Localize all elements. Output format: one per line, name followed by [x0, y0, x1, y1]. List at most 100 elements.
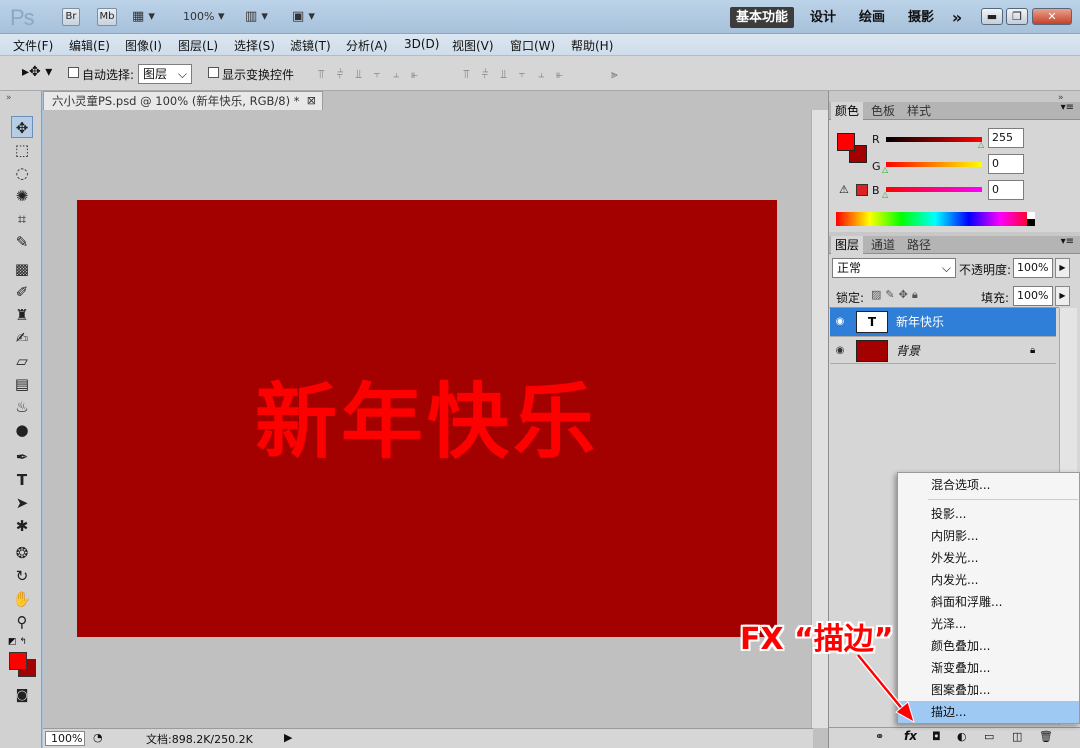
bridge-button[interactable]: Br [62, 8, 80, 26]
menu-file[interactable]: 文件(F) [13, 37, 53, 54]
collapse-toolbox-icon[interactable]: » [6, 93, 12, 103]
fx-button[interactable]: fx [904, 729, 917, 743]
link-layers-icon[interactable]: ⚭ [875, 730, 884, 743]
menu-item-inner-shadow[interactable]: 内阴影... [898, 525, 1079, 547]
new-layer-icon[interactable]: ◫ [1012, 730, 1022, 743]
panel-menu-icon[interactable]: ▾≡ [1061, 102, 1074, 113]
menu-view[interactable]: 视图(V) [452, 37, 494, 54]
menu-item-satin[interactable]: 光泽... [898, 613, 1079, 635]
workspace-essentials[interactable]: 基本功能 [730, 7, 794, 28]
b-value-input[interactable]: 0 [988, 180, 1024, 200]
workspace-photography[interactable]: 摄影 [901, 7, 941, 28]
tab-layers[interactable]: 图层 [831, 236, 864, 254]
restore-button[interactable]: ❐ [1006, 8, 1028, 25]
clone-stamp-tool-icon[interactable]: ♜ [11, 304, 33, 326]
menu-item-bevel-emboss[interactable]: 斜面和浮雕... [898, 591, 1079, 613]
minimize-button[interactable]: ▬ [981, 8, 1003, 25]
path-select-tool-icon[interactable]: ➤ [11, 492, 33, 514]
menu-analysis[interactable]: 分析(A) [346, 37, 388, 54]
tab-swatches[interactable]: 色板 [867, 102, 899, 120]
menu-item-outer-glow[interactable]: 外发光... [898, 547, 1079, 569]
blend-mode-dropdown[interactable]: 正常 ⌵ [832, 258, 956, 278]
b-slider[interactable] [886, 187, 982, 192]
menu-image[interactable]: 图像(I) [125, 37, 162, 54]
fill-input[interactable]: 100% [1013, 286, 1053, 306]
menu-item-drop-shadow[interactable]: 投影... [898, 503, 1079, 525]
pen-tool-icon[interactable]: ✒ [11, 446, 33, 468]
foreground-color-swatch[interactable] [9, 652, 27, 670]
layer-row-text[interactable]: ◉ T 新年快乐 [830, 308, 1056, 336]
default-colors-icon[interactable]: ◩ ↰ [8, 637, 27, 647]
crop-tool-icon[interactable]: ⌗ [11, 208, 33, 230]
close-button[interactable]: ✕ [1032, 8, 1072, 25]
layers-panel-menu-icon[interactable]: ▾≡ [1061, 236, 1074, 247]
r-slider-thumb[interactable]: △ [978, 140, 984, 149]
menu-item-blending-options[interactable]: 混合选项... [898, 474, 1079, 496]
healing-brush-tool-icon[interactable]: ▩ [11, 258, 33, 280]
r-value-input[interactable]: 255 [988, 128, 1024, 148]
brush-tool-icon[interactable]: ✐ [11, 281, 33, 303]
opacity-arrow-icon[interactable]: ▶ [1055, 258, 1070, 278]
3d-orbit-tool-icon[interactable]: ↻ [11, 565, 33, 587]
move-tool-icon[interactable]: ✥ [11, 116, 33, 138]
zoom-tool-icon[interactable]: ⚲ [11, 611, 33, 633]
color-fg-swatch[interactable] [837, 133, 855, 151]
status-menu-arrow-icon[interactable]: ▶ [284, 731, 292, 744]
3d-rotate-tool-icon[interactable]: ❂ [11, 542, 33, 564]
tab-channels[interactable]: 通道 [867, 236, 899, 254]
menu-filter[interactable]: 滤镜(T) [290, 37, 331, 54]
gradient-tool-icon[interactable]: ▤ [11, 373, 33, 395]
g-slider[interactable] [886, 162, 982, 167]
tab-color[interactable]: 颜色 [831, 102, 864, 120]
auto-select-dropdown[interactable]: 图层 ⌵ [138, 64, 192, 84]
blur-tool-icon[interactable]: ♨ [11, 396, 33, 418]
menu-window[interactable]: 窗口(W) [510, 37, 555, 54]
eyedropper-tool-icon[interactable]: ✎ [11, 231, 33, 253]
auto-align-icon[interactable]: ⫸ [611, 67, 622, 82]
add-mask-icon[interactable]: ◘ [932, 730, 941, 743]
screen-mode-icon[interactable]: ▣ ▾ [292, 9, 315, 25]
menu-item-color-overlay[interactable]: 颜色叠加... [898, 635, 1079, 657]
menu-3d[interactable]: 3D(D) [404, 37, 439, 51]
eraser-tool-icon[interactable]: ▱ [11, 350, 33, 372]
quick-select-tool-icon[interactable]: ✺ [11, 185, 33, 207]
fill-arrow-icon[interactable]: ▶ [1055, 286, 1070, 306]
menu-layer[interactable]: 图层(L) [178, 37, 218, 54]
menu-item-inner-glow[interactable]: 内发光... [898, 569, 1079, 591]
mini-bridge-button[interactable]: Mb [97, 8, 117, 26]
color-spectrum-bar[interactable] [836, 212, 1034, 226]
workspace-painting[interactable]: 绘画 [852, 7, 892, 28]
history-brush-tool-icon[interactable]: ✍ [11, 327, 33, 349]
menu-help[interactable]: 帮助(H) [571, 37, 613, 54]
move-tool-preset-icon[interactable]: ▸✥ ▾ [22, 64, 52, 80]
r-slider[interactable] [886, 137, 982, 142]
tab-styles[interactable]: 样式 [903, 102, 935, 120]
menu-select[interactable]: 选择(S) [234, 37, 275, 54]
dodge-tool-icon[interactable]: ● [11, 419, 33, 441]
tab-paths[interactable]: 路径 [903, 236, 935, 254]
close-tab-icon[interactable]: ⊠ [307, 92, 316, 110]
menu-item-pattern-overlay[interactable]: 图案叠加... [898, 679, 1079, 701]
lock-icons[interactable]: ▨✎✥🔒︎ [871, 288, 922, 302]
more-workspaces-icon[interactable]: » [946, 7, 968, 28]
spectrum-white-swatch[interactable] [1027, 212, 1035, 219]
show-transform-checkbox[interactable] [208, 67, 219, 78]
marquee-tool-icon[interactable]: ⬚ [11, 139, 33, 161]
g-slider-thumb[interactable]: △ [882, 165, 888, 174]
align-icons[interactable]: ⫪ ⫩ ⫫ ⫟ ⫠ ⫦ [318, 67, 422, 82]
lasso-tool-icon[interactable]: ◌ [11, 162, 33, 184]
menu-item-gradient-overlay[interactable]: 渐变叠加... [898, 657, 1079, 679]
adjustment-layer-icon[interactable]: ◐ [957, 730, 967, 743]
opacity-input[interactable]: 100% [1013, 258, 1053, 278]
quick-mask-icon[interactable]: ◙ [11, 685, 33, 707]
view-extras-icon[interactable]: ▦ ▾ [132, 9, 155, 25]
document-tab[interactable]: 六小灵童PS.psd @ 100% (新年快乐, RGB/8) * ⊠ [43, 91, 323, 110]
eye-icon[interactable]: ◉ [830, 308, 850, 336]
canvas-text-layer[interactable]: 新年快乐 [77, 355, 777, 474]
status-info-icon[interactable]: ◔ [93, 731, 103, 744]
eye-icon[interactable]: ◉ [830, 337, 850, 365]
workspace-design[interactable]: 设计 [803, 7, 843, 28]
layer-row-background[interactable]: ◉ 背景 🔒︎ [830, 336, 1056, 364]
menu-item-stroke[interactable]: 描边... [898, 701, 1079, 723]
new-group-icon[interactable]: ▭ [984, 730, 994, 743]
